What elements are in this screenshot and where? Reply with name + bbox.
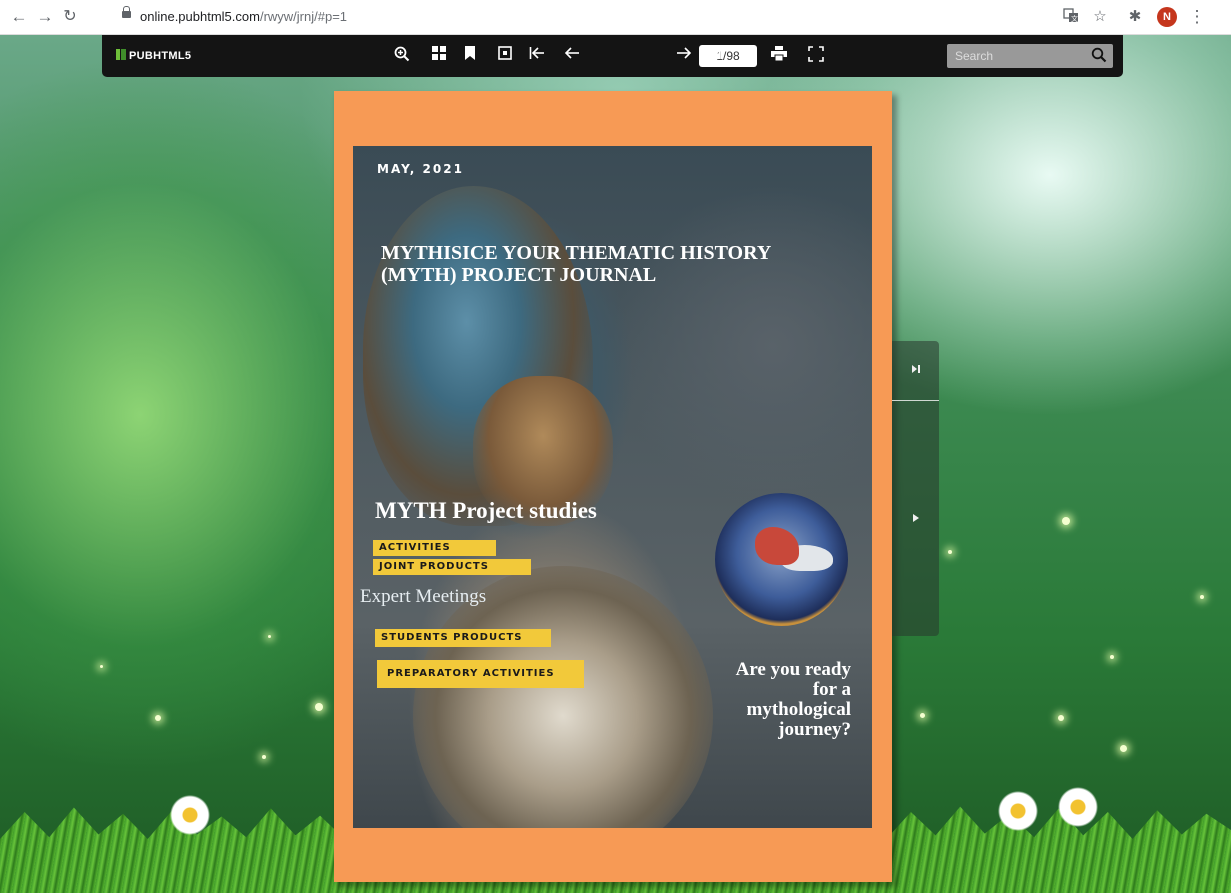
print-icon[interactable] xyxy=(769,46,789,66)
svg-text:文: 文 xyxy=(1071,14,1078,23)
forward-arrow-icon[interactable]: → xyxy=(34,6,56,28)
side-divider xyxy=(892,400,939,401)
medallion-image xyxy=(715,493,848,626)
sparkle xyxy=(1062,517,1070,525)
cover-image: MAY, 2021 MYTHISICE YOUR THEMATIC HISTOR… xyxy=(353,146,872,828)
share-icon[interactable] xyxy=(738,46,758,66)
zoom-in-icon[interactable] xyxy=(392,46,412,66)
first-page-icon[interactable] xyxy=(527,46,547,66)
sparkle xyxy=(948,550,952,554)
sparkle xyxy=(920,713,925,718)
cover-subtitle: MYTH Project studies xyxy=(375,498,597,523)
url-path: /rwyw/jrnj/#p=1 xyxy=(259,9,348,24)
avatar[interactable]: N xyxy=(1157,7,1177,27)
cover-date: MAY, 2021 xyxy=(377,162,464,176)
daisy-flower xyxy=(990,783,1046,839)
tag-joint-products: JOINT PRODUCTS xyxy=(373,559,531,575)
url-host: online.pubhtml5.com xyxy=(140,9,260,24)
thumbnails-icon[interactable] xyxy=(429,46,449,66)
expert-meetings-text: Expert Meetings xyxy=(360,586,487,607)
cta-line: journey? xyxy=(778,719,851,740)
sparkle xyxy=(155,715,161,721)
search-input[interactable] xyxy=(947,44,1103,68)
cta-line: mythological xyxy=(746,699,852,720)
rider-figure xyxy=(755,527,799,565)
sparkle xyxy=(262,755,266,759)
pubhtml5-logo[interactable]: PUBHTML5 xyxy=(116,49,191,63)
sparkle xyxy=(315,703,323,711)
next-page-icon[interactable] xyxy=(674,46,694,66)
menu-icon[interactable]: ⋮ xyxy=(1187,7,1207,27)
last-page-icon[interactable] xyxy=(703,46,723,66)
cta-line: for a xyxy=(812,679,851,700)
side-nav-panel xyxy=(892,341,939,636)
sparkle xyxy=(1110,655,1114,659)
daisy-flower xyxy=(1058,787,1098,827)
search-icon[interactable] xyxy=(1091,47,1109,65)
url-text: online.pubhtml5.com/rwyw/jrnj/#p=1 xyxy=(140,9,347,24)
sparkle xyxy=(1120,745,1127,752)
sparkle xyxy=(1200,595,1204,599)
tag-preparatory-activities: PREPARATORY ACTIVITIES xyxy=(377,660,584,688)
sparkle xyxy=(1058,715,1064,721)
sparkle xyxy=(268,635,271,638)
search-box xyxy=(947,44,1113,68)
extensions-icon[interactable]: ✱ xyxy=(1125,7,1145,27)
star-icon[interactable]: ☆ xyxy=(1090,7,1110,27)
previous-page-icon[interactable] xyxy=(562,46,582,66)
address-bar[interactable]: online.pubhtml5.com/rwyw/jrnj/#p=1 xyxy=(112,4,1042,30)
browser-chrome: ← → ↻ online.pubhtml5.com/rwyw/jrnj/#p=1… xyxy=(0,0,1231,35)
logo-text: PUBHTML5 xyxy=(129,50,192,62)
flipbook-toolbar: PUBHTML5 xyxy=(102,35,1123,77)
logo-mark-icon xyxy=(116,49,126,60)
daisy-flower xyxy=(168,793,212,837)
tag-students-products: STUDENTS PRODUCTS xyxy=(375,629,551,647)
back-arrow-icon[interactable]: ← xyxy=(8,6,30,28)
next-page-side-icon[interactable] xyxy=(892,504,939,534)
single-page-icon[interactable] xyxy=(495,46,515,66)
bookmark-icon[interactable] xyxy=(460,46,480,66)
reload-icon[interactable]: ↻ xyxy=(59,6,81,28)
lock-icon xyxy=(122,6,131,18)
cover-cta: Are you ready for a mythological journey… xyxy=(703,660,851,740)
sparkle xyxy=(100,665,103,668)
cta-line: Are you ready xyxy=(735,659,851,680)
translate-icon[interactable]: 文 xyxy=(1061,7,1081,27)
cover-title: MYTHISICE YOUR THEMATIC HISTORY (MYTH) P… xyxy=(381,242,771,286)
fullscreen-icon[interactable] xyxy=(806,46,826,66)
last-page-side-icon[interactable] xyxy=(892,355,939,385)
tag-activities: ACTIVITIES xyxy=(373,540,496,556)
